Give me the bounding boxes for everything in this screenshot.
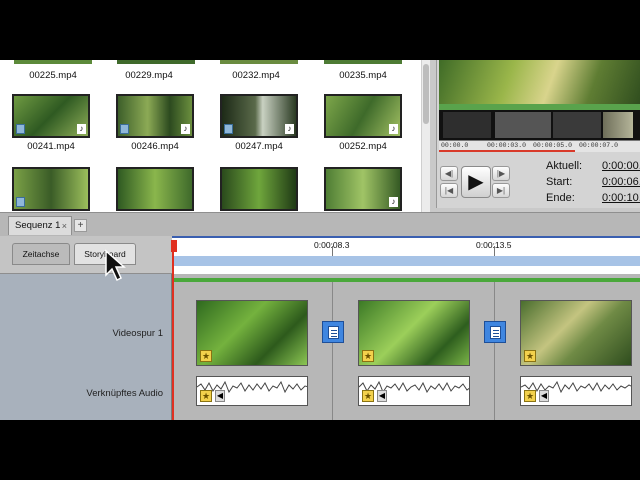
tab-sequence-1[interactable]: Sequenz 1 × bbox=[8, 216, 72, 235]
playhead[interactable] bbox=[172, 240, 174, 420]
waveform bbox=[359, 381, 469, 393]
ruler-tick-label: 00:00:05.0 bbox=[533, 142, 573, 149]
track-headers: Videospur 1 Verknüpftes Audio bbox=[0, 274, 172, 420]
thumbnail: ♪ bbox=[324, 94, 402, 138]
audio-clip[interactable]: ★ ◀ bbox=[358, 376, 470, 406]
media-filename: 00229.mp4 bbox=[125, 70, 173, 81]
start-time-value[interactable]: 0:00:06. bbox=[602, 176, 640, 188]
audio-note-icon: ♪ bbox=[389, 197, 398, 207]
ruler-tick-label: 00:00:07.0 bbox=[579, 142, 619, 149]
media-filename: 00235.mp4 bbox=[339, 70, 387, 81]
thumbnail-cropped bbox=[324, 60, 402, 64]
audio-note-icon: ♪ bbox=[181, 124, 190, 134]
current-time-value[interactable]: 0:00:00. bbox=[602, 160, 640, 172]
thumbnail[interactable] bbox=[116, 167, 194, 211]
current-time-label: Aktuell: bbox=[546, 160, 583, 172]
thumbnail[interactable] bbox=[12, 167, 90, 211]
star-icon: ★ bbox=[524, 390, 536, 402]
audio-note-icon: ♪ bbox=[77, 124, 86, 134]
thumbnail[interactable]: ♪ bbox=[324, 167, 402, 211]
star-icon: ★ bbox=[200, 350, 212, 362]
star-icon: ★ bbox=[362, 390, 374, 402]
speaker-icon: ◀ bbox=[377, 390, 387, 402]
audio-clip[interactable]: ★ ◀ bbox=[196, 376, 308, 406]
audio-track-label: Verknüpftes Audio bbox=[86, 388, 163, 399]
film-icon bbox=[16, 197, 25, 207]
media-filename: 00241.mp4 bbox=[27, 141, 75, 152]
add-sequence-button[interactable]: + bbox=[74, 219, 87, 232]
waveform bbox=[521, 381, 631, 393]
video-clip[interactable]: ★ bbox=[520, 300, 632, 366]
start-time-label: Start: bbox=[546, 176, 573, 188]
transition-icon[interactable] bbox=[322, 321, 344, 343]
thumbnail-cropped bbox=[14, 60, 92, 64]
ruler-range-band bbox=[172, 256, 640, 266]
thumbnail[interactable] bbox=[220, 167, 298, 211]
audio-clip[interactable]: ★ ◀ bbox=[520, 376, 632, 406]
media-filename: 00247.mp4 bbox=[235, 141, 283, 152]
timeline-ruler[interactable]: 0:00:08.3 0:00:13.5 bbox=[172, 236, 640, 274]
video-clip[interactable]: ★ bbox=[358, 300, 470, 366]
video-track-label: Videospur 1 bbox=[112, 328, 163, 339]
go-to-start-icon[interactable]: |◀ bbox=[440, 183, 458, 198]
transition-icon[interactable] bbox=[484, 321, 506, 343]
preview-filmstrip bbox=[439, 110, 640, 140]
speaker-icon: ◀ bbox=[539, 390, 549, 402]
thumbnail: ♪ bbox=[116, 94, 194, 138]
media-item[interactable]: 00225.mp4 bbox=[8, 67, 98, 81]
thumbnail: ♪ bbox=[220, 94, 298, 138]
sequence-tab-bar: Sequenz 1 × + bbox=[0, 212, 640, 236]
sequence-tab-label: Sequenz 1 bbox=[15, 220, 61, 231]
preview-range-marker bbox=[439, 150, 575, 152]
app-window: 00225.mp4 00229.mp4 00232.mp4 00235.mp4 … bbox=[0, 60, 640, 420]
film-icon bbox=[224, 124, 233, 134]
star-icon: ★ bbox=[524, 350, 536, 362]
playhead-handle[interactable] bbox=[171, 240, 177, 252]
thumbnail-cropped bbox=[220, 60, 298, 64]
media-item[interactable]: ♪ 00252.mp4 bbox=[318, 94, 408, 152]
storyboard-area: ★ ★ ★ ★ ◀ ★ ◀ ★ ◀ bbox=[172, 274, 640, 420]
thumbnail-cropped bbox=[117, 60, 195, 64]
media-item[interactable]: 00229.mp4 bbox=[104, 67, 194, 81]
end-time-value[interactable]: 0:00:10. bbox=[602, 192, 640, 204]
mouse-cursor-icon bbox=[105, 249, 126, 282]
ruler-tick-label: 00:00.0 bbox=[441, 142, 469, 149]
track-indicator bbox=[172, 278, 640, 282]
star-icon: ★ bbox=[200, 390, 212, 402]
tab-zeitachse[interactable]: Zeitachse bbox=[12, 243, 70, 265]
audio-note-icon: ♪ bbox=[389, 124, 398, 134]
ruler-time-label: 0:00:08.3 bbox=[314, 240, 350, 250]
end-time-label: Ende: bbox=[546, 192, 575, 204]
thumbnail: ♪ bbox=[12, 94, 90, 138]
speaker-icon: ◀ bbox=[215, 390, 225, 402]
star-icon: ★ bbox=[362, 350, 374, 362]
timeline-panel: Zeitachse Storyboard 0:00:08.3 0:00:13.5… bbox=[0, 236, 640, 420]
media-item[interactable]: ♪ 00247.mp4 bbox=[214, 94, 304, 152]
close-icon[interactable]: × bbox=[62, 217, 67, 235]
view-mode-tabs: Zeitachse Storyboard bbox=[0, 236, 172, 274]
go-to-end-icon[interactable]: ▶| bbox=[492, 183, 510, 198]
media-item[interactable]: ♪ 00241.mp4 bbox=[6, 94, 96, 152]
media-filename: 00246.mp4 bbox=[131, 141, 179, 152]
ruler-tick-label: 00:00:03.0 bbox=[487, 142, 527, 149]
video-clip[interactable]: ★ bbox=[196, 300, 308, 366]
media-item[interactable]: 00235.mp4 bbox=[318, 67, 408, 81]
step-back-icon[interactable]: ◀| bbox=[440, 166, 458, 181]
media-filename: 00225.mp4 bbox=[29, 70, 77, 81]
waveform bbox=[197, 381, 307, 393]
media-item[interactable]: ♪ 00246.mp4 bbox=[110, 94, 200, 152]
preview-video bbox=[439, 60, 640, 104]
media-item[interactable]: 00232.mp4 bbox=[211, 67, 301, 81]
play-icon[interactable]: ▶ bbox=[461, 166, 491, 198]
step-forward-icon[interactable]: |▶ bbox=[492, 166, 510, 181]
film-icon bbox=[120, 124, 129, 134]
media-filename: 00252.mp4 bbox=[339, 141, 387, 152]
media-filename: 00232.mp4 bbox=[232, 70, 280, 81]
ruler-time-label: 0:00:13.5 bbox=[476, 240, 512, 250]
film-icon bbox=[16, 124, 25, 134]
audio-note-icon: ♪ bbox=[285, 124, 294, 134]
